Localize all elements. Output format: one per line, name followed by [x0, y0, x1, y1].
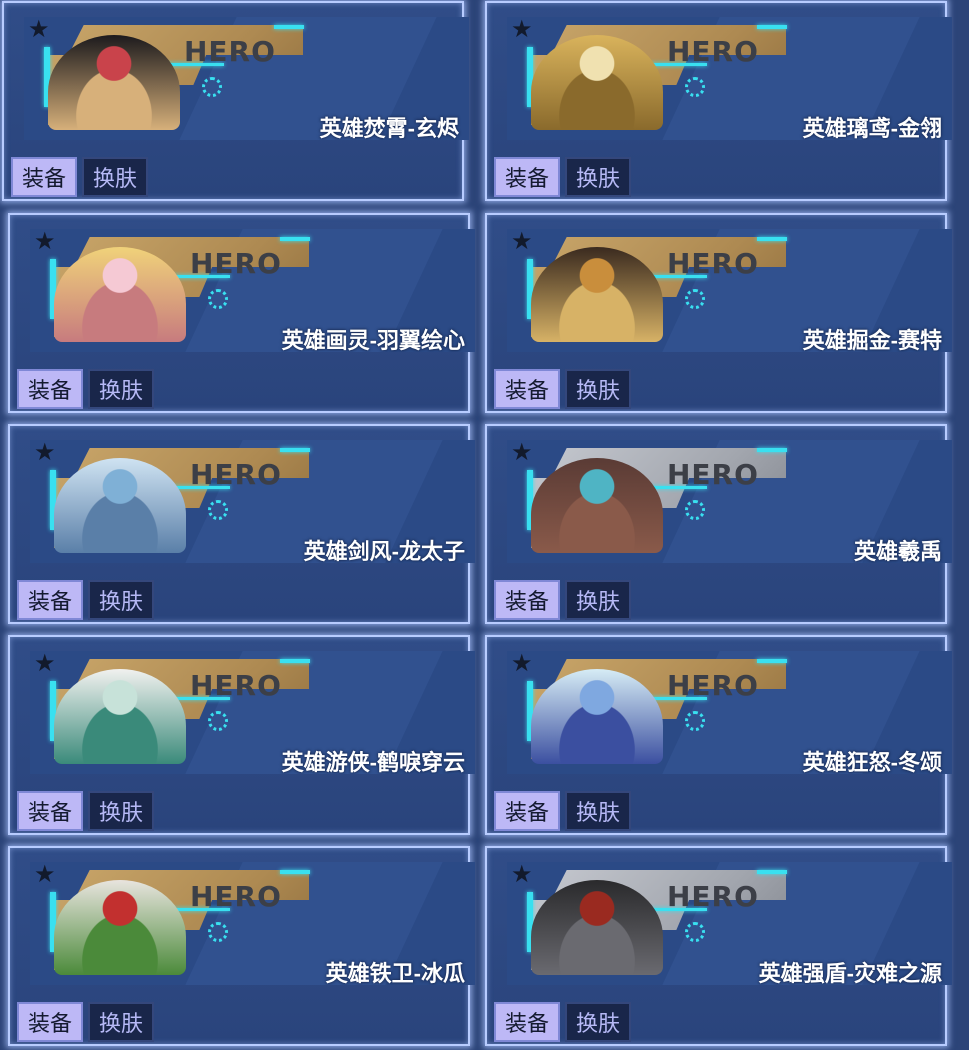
gear-icon: [208, 500, 228, 520]
gear-icon: [685, 289, 705, 309]
change-skin-button[interactable]: 换肤: [88, 369, 154, 409]
hero-banner: HERO ★ 英雄剑风-龙太子: [30, 440, 475, 563]
cyan-accent: [280, 448, 310, 452]
hero-name: 英雄铁卫-冰瓜: [325, 961, 465, 985]
hero-banner: HERO ★ 英雄羲禹: [507, 440, 952, 563]
gear-icon: [685, 77, 705, 97]
hero-name: 英雄剑风-龙太子: [303, 539, 465, 563]
hero-name: 英雄焚霄-玄烬: [319, 116, 459, 140]
star-icon: ★: [511, 229, 533, 255]
hero-card: HERO ★ 英雄璃鸢-金翎 装备 换肤: [485, 1, 952, 201]
hero-banner: HERO ★ 英雄焚霄-玄烬: [24, 17, 469, 140]
equip-button[interactable]: 装备: [494, 791, 560, 831]
gear-icon: [208, 711, 228, 731]
gear-icon: [202, 77, 222, 97]
hero-card: HERO ★ 英雄铁卫-冰瓜 装备 换肤: [8, 846, 475, 1046]
hero-card: HERO ★ 英雄焚霄-玄烬 装备 换肤: [2, 1, 469, 201]
hero-banner: HERO ★ 英雄狂怒-冬颂: [507, 651, 952, 774]
gear-icon: [208, 289, 228, 309]
star-icon: ★: [511, 17, 533, 43]
hero-logo-text: HERO: [667, 458, 759, 491]
hero-name: 英雄掘金-赛特: [802, 328, 942, 352]
hero-logo-text: HERO: [190, 880, 282, 913]
hero-name: 英雄羲禹: [853, 539, 942, 563]
hero-card: HERO ★ 英雄剑风-龙太子 装备 换肤: [8, 424, 475, 624]
hero-logo-text: HERO: [667, 247, 759, 280]
cyan-accent: [757, 659, 787, 663]
hero-card: HERO ★ 英雄狂怒-冬颂 装备 换肤: [485, 635, 952, 835]
star-icon: ★: [34, 440, 56, 466]
hero-card: HERO ★ 英雄游侠-鹤唳穿云 装备 换肤: [8, 635, 475, 835]
cyan-accent: [274, 25, 304, 29]
change-skin-button[interactable]: 换肤: [82, 157, 148, 197]
change-skin-button[interactable]: 换肤: [88, 1002, 154, 1042]
gear-icon: [685, 922, 705, 942]
change-skin-button[interactable]: 换肤: [565, 580, 631, 620]
gear-icon: [685, 500, 705, 520]
hero-name: 英雄璃鸢-金翎: [802, 116, 942, 140]
hero-name: 英雄狂怒-冬颂: [802, 750, 942, 774]
change-skin-button[interactable]: 换肤: [565, 1002, 631, 1042]
star-icon: ★: [511, 651, 533, 677]
equip-button[interactable]: 装备: [11, 157, 77, 197]
gear-icon: [685, 711, 705, 731]
equip-button[interactable]: 装备: [494, 580, 560, 620]
equip-button[interactable]: 装备: [17, 791, 83, 831]
hero-card-grid: HERO ★ 英雄焚霄-玄烬 装备 换肤 HERO ★ 英雄璃鸢-金翎 装备 换…: [0, 0, 969, 1050]
hero-card: HERO ★ 英雄掘金-赛特 装备 换肤: [485, 213, 952, 413]
hero-card: HERO ★ 英雄画灵-羽翼绘心 装备 换肤: [8, 213, 475, 413]
cyan-accent: [757, 25, 787, 29]
change-skin-button[interactable]: 换肤: [565, 791, 631, 831]
gear-icon: [208, 922, 228, 942]
cyan-accent: [757, 870, 787, 874]
hero-card: HERO ★ 英雄强盾-灾难之源 装备 换肤: [485, 846, 952, 1046]
hero-banner: HERO ★ 英雄游侠-鹤唳穿云: [30, 651, 475, 774]
star-icon: ★: [511, 862, 533, 888]
change-skin-button[interactable]: 换肤: [88, 580, 154, 620]
star-icon: ★: [511, 440, 533, 466]
hero-logo-text: HERO: [190, 669, 282, 702]
change-skin-button[interactable]: 换肤: [565, 157, 631, 197]
star-icon: ★: [34, 862, 56, 888]
hero-logo-text: HERO: [190, 247, 282, 280]
hero-banner: HERO ★ 英雄强盾-灾难之源: [507, 862, 952, 985]
hero-card: HERO ★ 英雄羲禹 装备 换肤: [485, 424, 952, 624]
equip-button[interactable]: 装备: [17, 580, 83, 620]
equip-button[interactable]: 装备: [494, 157, 560, 197]
cyan-accent: [757, 237, 787, 241]
equip-button[interactable]: 装备: [494, 369, 560, 409]
equip-button[interactable]: 装备: [494, 1002, 560, 1042]
hero-banner: HERO ★ 英雄璃鸢-金翎: [507, 17, 952, 140]
cyan-accent: [280, 870, 310, 874]
equip-button[interactable]: 装备: [17, 369, 83, 409]
hero-logo-text: HERO: [667, 35, 759, 68]
hero-name: 英雄游侠-鹤唳穿云: [281, 750, 465, 774]
change-skin-button[interactable]: 换肤: [565, 369, 631, 409]
hero-banner: HERO ★ 英雄画灵-羽翼绘心: [30, 229, 475, 352]
equip-button[interactable]: 装备: [17, 1002, 83, 1042]
cyan-accent: [280, 237, 310, 241]
change-skin-button[interactable]: 换肤: [88, 791, 154, 831]
hero-name: 英雄强盾-灾难之源: [758, 961, 942, 985]
hero-logo-text: HERO: [190, 458, 282, 491]
hero-logo-text: HERO: [667, 880, 759, 913]
star-icon: ★: [28, 17, 50, 43]
hero-banner: HERO ★ 英雄掘金-赛特: [507, 229, 952, 352]
hero-logo-text: HERO: [184, 35, 276, 68]
cyan-accent: [757, 448, 787, 452]
hero-logo-text: HERO: [667, 669, 759, 702]
hero-banner: HERO ★ 英雄铁卫-冰瓜: [30, 862, 475, 985]
star-icon: ★: [34, 651, 56, 677]
star-icon: ★: [34, 229, 56, 255]
hero-name: 英雄画灵-羽翼绘心: [281, 328, 465, 352]
cyan-accent: [280, 659, 310, 663]
